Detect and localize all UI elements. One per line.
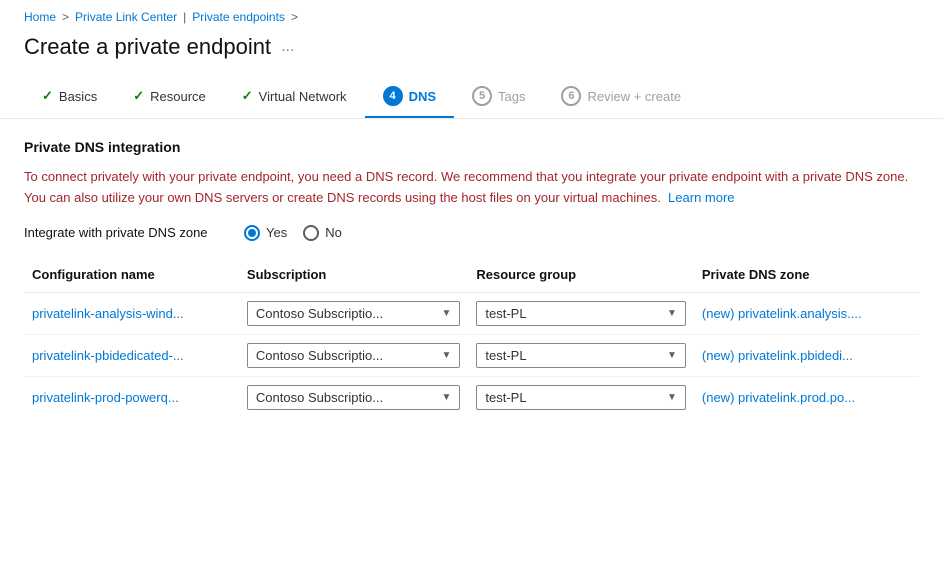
radio-yes-btn[interactable] <box>244 225 260 241</box>
radio-group: Yes No <box>244 225 342 241</box>
resource-group-value: test-PL <box>485 306 526 321</box>
info-text-body: To connect privately with your private e… <box>24 169 908 205</box>
private-dns-zone-value: (new) privatelink.pbidedi... <box>702 348 853 363</box>
tab-virtual-network[interactable]: ✓ Virtual Network <box>224 78 365 116</box>
tab-tags-label: Tags <box>498 89 525 104</box>
private-dns-zone-value: (new) privatelink.prod.po... <box>702 390 855 405</box>
vnet-check-icon: ✓ <box>242 88 253 104</box>
config-name-link[interactable]: privatelink-analysis-wind... <box>32 306 184 321</box>
tab-dns-label: DNS <box>409 89 436 104</box>
tab-virtual-network-label: Virtual Network <box>259 89 347 104</box>
tab-resource-label: Resource <box>150 89 206 104</box>
integration-label: Integrate with private DNS zone <box>24 225 224 240</box>
resource-group-value: test-PL <box>485 390 526 405</box>
resource-group-dropdown[interactable]: test-PL ▼ <box>476 301 686 326</box>
table-row: privatelink-analysis-wind... Contoso Sub… <box>24 292 919 334</box>
dns-table: Configuration name Subscription Resource… <box>24 261 919 418</box>
subscription-dropdown[interactable]: Contoso Subscriptio... ▼ <box>247 343 460 368</box>
private-dns-zone-value: (new) privatelink.analysis.... <box>702 306 862 321</box>
subscription-value: Contoso Subscriptio... <box>256 306 383 321</box>
breadcrumb-private-link[interactable]: Private Link Center <box>75 10 177 24</box>
tab-resource[interactable]: ✓ Resource <box>115 78 224 116</box>
dropdown-arrow-icon: ▼ <box>441 350 451 361</box>
radio-no-btn[interactable] <box>303 225 319 241</box>
resource-group-value: test-PL <box>485 348 526 363</box>
subscription-value: Contoso Subscriptio... <box>256 348 383 363</box>
radio-yes[interactable]: Yes <box>244 225 287 241</box>
dropdown-arrow-icon: ▼ <box>441 392 451 403</box>
main-content: Private DNS integration To connect priva… <box>0 139 943 418</box>
breadcrumb-home[interactable]: Home <box>24 10 56 24</box>
col-subscription: Subscription <box>239 261 468 293</box>
breadcrumb-sep-1: > <box>62 10 69 24</box>
breadcrumb-sep-3: > <box>291 10 298 24</box>
col-config-name: Configuration name <box>24 261 239 293</box>
page-options-button[interactable]: ... <box>281 38 294 56</box>
tab-tags[interactable]: 5 Tags <box>454 76 543 118</box>
dns-step-circle: 4 <box>383 86 403 106</box>
info-text: To connect privately with your private e… <box>24 167 919 209</box>
radio-yes-label: Yes <box>266 225 287 240</box>
review-step-circle: 6 <box>561 86 581 106</box>
dropdown-arrow-icon: ▼ <box>667 308 677 319</box>
basics-check-icon: ✓ <box>42 88 53 104</box>
dropdown-arrow-icon: ▼ <box>441 308 451 319</box>
section-title: Private DNS integration <box>24 139 919 155</box>
subscription-dropdown[interactable]: Contoso Subscriptio... ▼ <box>247 301 460 326</box>
col-resource-group: Resource group <box>468 261 694 293</box>
subscription-dropdown[interactable]: Contoso Subscriptio... ▼ <box>247 385 460 410</box>
subscription-value: Contoso Subscriptio... <box>256 390 383 405</box>
table-row: privatelink-pbidedicated-... Contoso Sub… <box>24 334 919 376</box>
radio-no[interactable]: No <box>303 225 342 241</box>
wizard-tabs: ✓ Basics ✓ Resource ✓ Virtual Network 4 … <box>0 76 943 119</box>
table-row: privatelink-prod-powerq... Contoso Subsc… <box>24 376 919 418</box>
resource-group-dropdown[interactable]: test-PL ▼ <box>476 343 686 368</box>
config-name-link[interactable]: privatelink-prod-powerq... <box>32 390 179 405</box>
tab-basics-label: Basics <box>59 89 97 104</box>
tab-dns[interactable]: 4 DNS <box>365 76 454 118</box>
config-name-link[interactable]: privatelink-pbidedicated-... <box>32 348 184 363</box>
breadcrumb-sep-2: | <box>183 10 186 24</box>
tab-basics[interactable]: ✓ Basics <box>24 78 115 116</box>
tab-review[interactable]: 6 Review + create <box>543 76 699 118</box>
tab-review-label: Review + create <box>587 89 681 104</box>
page-title-container: Create a private endpoint ... <box>0 30 943 76</box>
dropdown-arrow-icon: ▼ <box>667 392 677 403</box>
resource-group-dropdown[interactable]: test-PL ▼ <box>476 385 686 410</box>
breadcrumb: Home > Private Link Center | Private end… <box>0 0 943 30</box>
resource-check-icon: ✓ <box>133 88 144 104</box>
breadcrumb-private-endpoints[interactable]: Private endpoints <box>192 10 285 24</box>
dropdown-arrow-icon: ▼ <box>667 350 677 361</box>
learn-more-link[interactable]: Learn more <box>668 190 734 205</box>
col-private-dns: Private DNS zone <box>694 261 919 293</box>
radio-no-label: No <box>325 225 342 240</box>
dns-integration-row: Integrate with private DNS zone Yes No <box>24 225 919 241</box>
tags-step-circle: 5 <box>472 86 492 106</box>
page-title: Create a private endpoint <box>24 34 271 60</box>
